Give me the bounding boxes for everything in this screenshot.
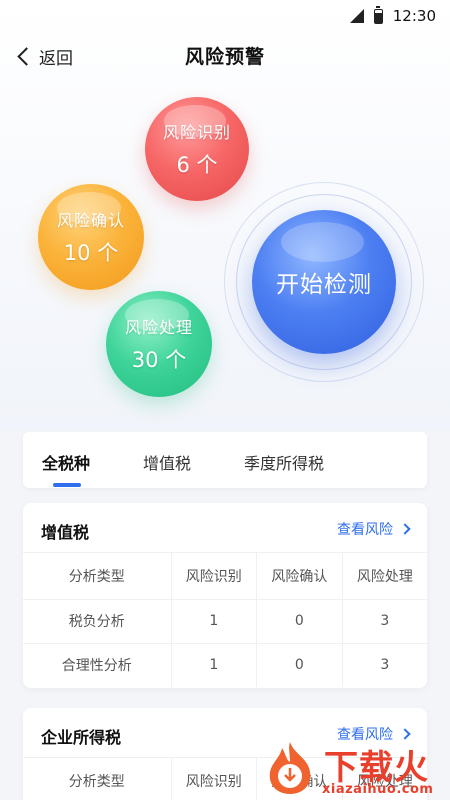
risk-handle-bubble[interactable]: 风险处理 30 个 (106, 291, 212, 397)
card-title: 企业所得税 (41, 728, 122, 747)
risk-confirm-bubble[interactable]: 风险确认 10 个 (38, 184, 144, 290)
table-cell: 3 (380, 657, 390, 674)
tab-quarterly-income-tax[interactable]: 季度所得税 (244, 450, 324, 474)
bubble-count: 6 个 (176, 153, 218, 177)
table-cell: 合理性分析 (23, 643, 172, 687)
view-risk-link[interactable]: 查看风险 (337, 519, 411, 539)
start-detect-button[interactable]: 开始检测 (252, 210, 396, 354)
status-time: 12:30 (392, 7, 436, 25)
table-cell: 3 (342, 599, 427, 644)
column-header: 风险识别 (171, 553, 258, 600)
vat-risk-table: 分析类型 风险识别 风险确认 风险处理 税负分析 1 0 3 合理性分析 1 0… (23, 553, 427, 687)
table-row: 税负分析 1 0 3 (23, 599, 427, 644)
card-header: 增值税 查看风险 (23, 503, 427, 553)
bubble-count: 30 个 (131, 348, 187, 372)
tab-all-taxes[interactable]: 全税种 (42, 450, 90, 474)
tab-vat[interactable]: 增值税 (143, 450, 191, 474)
nav-bar: 返回 风险预警 (0, 32, 450, 80)
status-bar: 12:30 (0, 0, 450, 32)
tax-type-tabs: 全税种 增值税 季度所得税 (23, 432, 427, 488)
watermark-url: xiazaihuo.com (322, 782, 434, 797)
table-header-row: 分析类型 风险识别 风险确认 风险处理 (23, 553, 427, 600)
table-cell: 0 (256, 599, 343, 644)
bubble-label: 风险确认 (56, 211, 125, 230)
tab-active-indicator (53, 483, 81, 487)
risk-identify-bubble[interactable]: 风险识别 6 个 (145, 97, 249, 201)
card-title: 增值税 (41, 523, 90, 542)
bubble-count: 10 个 (63, 241, 119, 265)
view-risk-label: 查看风险 (337, 522, 393, 538)
page-title: 风险预警 (184, 46, 265, 68)
watermark: 下载火 xiazaihuo.com (262, 738, 450, 800)
column-header: 分析类型 (23, 758, 172, 800)
table-cell: 1 (171, 643, 258, 687)
flame-logo-icon (269, 742, 311, 794)
column-header: 风险识别 (171, 758, 258, 800)
column-header: 分析类型 (23, 553, 172, 600)
bubble-label: 风险处理 (124, 318, 193, 337)
table-cell: 0 (256, 643, 343, 687)
start-detect-label: 开始检测 (276, 272, 372, 298)
column-header: 风险确认 (256, 553, 343, 600)
table-cell: 1 (171, 599, 258, 644)
vat-card: 增值税 查看风险 分析类型 风险识别 风险确认 风险处理 税负分析 1 0 3 … (23, 503, 427, 688)
battery-icon (373, 5, 383, 24)
column-header: 风险处理 (342, 553, 427, 600)
table-row: 合理性分析 1 0 3 (23, 643, 427, 687)
bubble-label: 风险识别 (162, 123, 231, 142)
table-cell: 税负分析 (23, 599, 172, 644)
chevron-right-icon (399, 523, 411, 535)
signal-icon (349, 9, 364, 23)
